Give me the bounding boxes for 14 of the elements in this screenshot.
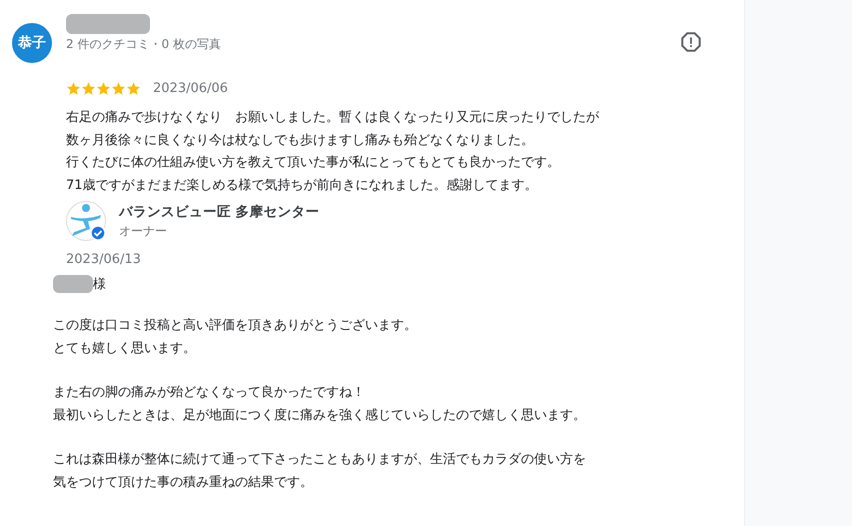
report-icon[interactable] xyxy=(680,31,702,53)
salutation: 様 xyxy=(93,276,106,293)
owner-label: オーナー xyxy=(119,222,168,240)
review-text: 右足の痛みで歩けなくなり お願いしました。暫くは良くなったり又元に戻ったりでしたが 数ヶ月後徐々に良くなり今は杖なしでも歩けますし痛みも殆どなくなりました。 行くたびに体の仕組み使い方を教えて頂いた事が私にとってもとても良かったです。 71歳ですがまだまだ楽しめる様で気持ちが前向きになれました。感謝してます。 xyxy=(66,109,600,194)
business-logo[interactable] xyxy=(66,201,106,241)
redacted-name xyxy=(53,275,93,293)
reviewer-stats: 2 件のクチコミ・0 枚の写真 xyxy=(66,36,221,53)
reply-paragraph: また右の脚の痛みが殆どなくなって良かったですね！ 最初いらしたときは、足が地面につく度に痛みを強く感じていらしたので嬉しく思います。 xyxy=(53,384,587,424)
reply-date: 2023/06/13 xyxy=(66,252,142,267)
review-date: 2023/06/06 xyxy=(153,81,228,96)
reply-paragraph: この度は口コミ投稿と高い評価を頂きありがとうございます。 とても嬉しく思います。 xyxy=(53,317,418,358)
user-avatar[interactable]: 恭子 xyxy=(12,23,52,63)
business-name: バランスビュー匠 多摩センター xyxy=(119,202,320,220)
reply-paragraph: これは森田様が整体に続けて通って下さったこともありますが、生活でもカラダの使い方を 気をつけて頂けた事の積み重ねの結果です。 xyxy=(53,451,587,492)
